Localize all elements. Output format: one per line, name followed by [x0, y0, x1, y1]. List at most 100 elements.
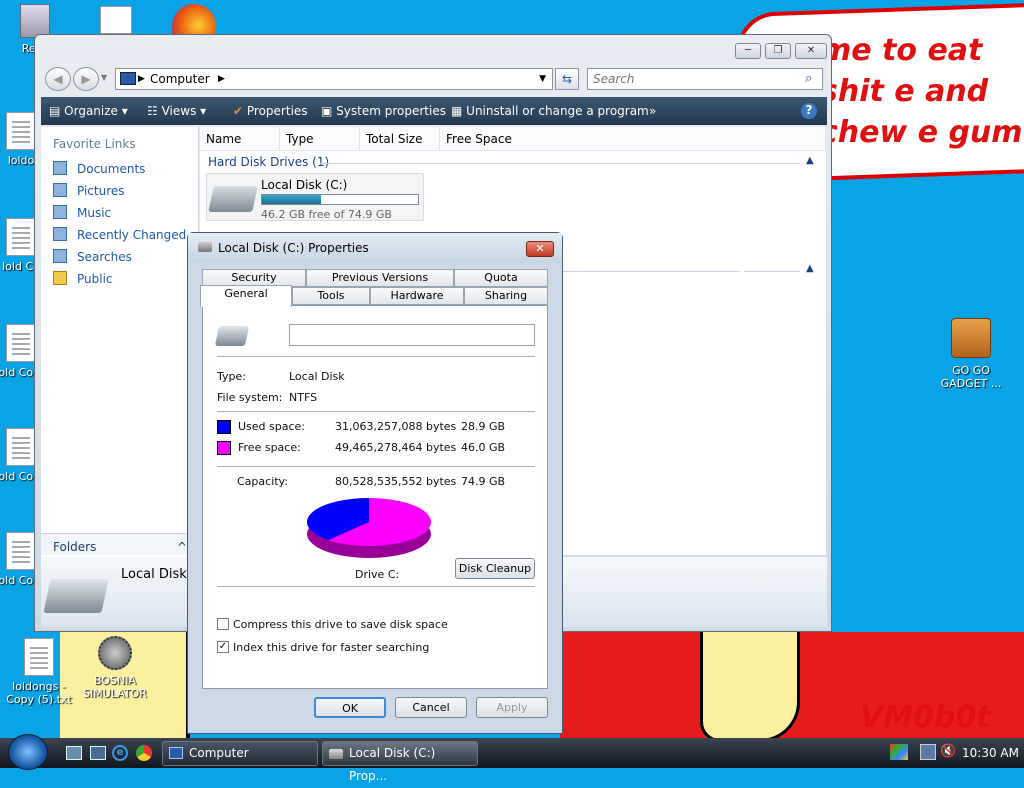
text-file-icon[interactable]: [100, 6, 132, 34]
computer-icon: [120, 72, 136, 85]
hard-drive-icon: [43, 579, 109, 613]
capacity-gb: 74.9 GB: [461, 475, 506, 488]
views-button[interactable]: ☷ Views ▾: [147, 103, 206, 121]
drive-usage-fill: [262, 195, 322, 204]
tab-hardware[interactable]: Hardware: [370, 287, 464, 305]
chevron-up-icon: ^: [176, 540, 187, 554]
free-space-label: Free space:: [238, 441, 301, 454]
column-header-name[interactable]: Name: [200, 127, 280, 151]
pictures-icon: [53, 183, 67, 197]
text-file-icon: [6, 112, 36, 150]
favorite-link-pictures[interactable]: Pictures: [53, 183, 125, 198]
breadcrumb-arrow-icon: ▶: [138, 74, 145, 84]
capacity-label: Capacity:: [237, 475, 288, 488]
drive-free-text: 46.2 GB free of 74.9 GB: [261, 208, 392, 221]
minimize-button[interactable]: ─: [735, 43, 761, 59]
breadcrumb-arrow-icon[interactable]: ▶: [218, 69, 225, 89]
switch-windows-icon[interactable]: [90, 746, 106, 760]
column-header-type[interactable]: Type: [280, 127, 360, 151]
favorite-link-searches[interactable]: Searches: [53, 249, 132, 264]
monitor-icon: ▣: [321, 104, 333, 118]
searches-icon: [53, 249, 67, 263]
favorite-link-documents[interactable]: Documents: [53, 161, 145, 176]
tab-previous-versions[interactable]: Previous Versions: [306, 269, 454, 287]
firefox-icon[interactable]: [172, 4, 216, 34]
group-header-hard-disk-drives[interactable]: Hard Disk Drives (1): [208, 155, 329, 169]
clock[interactable]: 10:30 AM: [962, 746, 1019, 760]
command-bar: ▤ Organize ▾ ☷ Views ▾ ✔ Properties ▣ Sy…: [41, 97, 827, 125]
tab-quota[interactable]: Quota: [454, 269, 548, 287]
desktop-icon-file[interactable]: loldongs - Copy (5).txt: [4, 638, 74, 706]
free-space-swatch: [217, 441, 231, 455]
address-dropdown-icon[interactable]: ▼: [539, 69, 546, 89]
start-button[interactable]: [8, 734, 48, 770]
uninstall-button[interactable]: ▦ Uninstall or change a program: [451, 103, 649, 121]
collapse-icon[interactable]: ▲: [806, 263, 814, 274]
recent-pages-icon[interactable]: ▼: [101, 73, 107, 82]
favorite-link-recently-changed[interactable]: Recently Changed: [53, 227, 186, 242]
desktop-icon-bosnia-simulator[interactable]: BOSNIA SIMULATOR: [80, 636, 150, 700]
organize-button[interactable]: ▤ Organize ▾: [49, 103, 128, 121]
drive-usage-bar: [261, 194, 419, 205]
help-icon[interactable]: ?: [801, 103, 817, 119]
search-input[interactable]: Search: [587, 68, 823, 90]
cancel-button[interactable]: Cancel: [395, 697, 467, 718]
text-file-icon: [6, 428, 36, 466]
folders-toggle[interactable]: Folders ^: [41, 533, 199, 555]
favorite-link-label: Pictures: [77, 184, 125, 198]
ok-button[interactable]: OK: [314, 697, 386, 718]
index-checkbox[interactable]: ✓: [217, 641, 229, 653]
taskbar-item-properties[interactable]: Local Disk (C:) Prop...: [322, 741, 478, 783]
collapse-icon[interactable]: ▲: [806, 155, 814, 166]
system-properties-button[interactable]: ▣ System properties: [321, 103, 446, 121]
windows-flag-icon[interactable]: [890, 744, 908, 760]
show-desktop-icon[interactable]: [66, 746, 82, 760]
drive-label-input[interactable]: [289, 324, 535, 346]
properties-button[interactable]: ✔ Properties: [233, 103, 308, 121]
more-commands-button[interactable]: »: [649, 103, 656, 121]
forward-button[interactable]: ▶: [73, 67, 99, 91]
disk-cleanup-button[interactable]: Disk Cleanup: [455, 558, 535, 579]
volume-muted-icon[interactable]: 🔇: [940, 744, 956, 760]
internet-explorer-icon[interactable]: e: [112, 745, 128, 761]
checkmark-icon: ✔: [233, 104, 244, 118]
back-button[interactable]: ◀: [45, 67, 71, 91]
tab-sharing[interactable]: Sharing: [464, 287, 548, 305]
drive-tile-c[interactable]: Local Disk (C:) 46.2 GB free of 74.9 GB: [206, 173, 424, 221]
folder-icon: [53, 271, 67, 285]
apply-button[interactable]: Apply: [476, 697, 548, 718]
dialog-titlebar: Local Disk (C:) Properties ✕: [188, 233, 562, 263]
column-header-total-size[interactable]: Total Size: [360, 127, 440, 151]
desktop-icon-label: GO GO GADGET ...: [940, 364, 1002, 390]
maximize-button[interactable]: ❐: [765, 43, 791, 59]
address-text: Computer: [150, 72, 210, 86]
type-label: Type:: [217, 370, 246, 383]
desktop-icon-gadget[interactable]: GO GO GADGET ...: [936, 318, 1006, 390]
hard-drive-icon: [208, 186, 258, 212]
tab-general[interactable]: General: [200, 285, 292, 307]
address-bar[interactable]: ▶ Computer ▶ ▼: [115, 68, 553, 90]
documents-icon: [53, 161, 67, 175]
taskbar-item-computer[interactable]: Computer: [162, 741, 318, 766]
wallpaper-signature: VM0b0t: [860, 700, 991, 735]
favorite-link-public[interactable]: Public: [53, 271, 113, 286]
tab-tools[interactable]: Tools: [292, 287, 370, 305]
organize-label: Organize: [64, 104, 118, 118]
network-icon[interactable]: [920, 744, 936, 760]
text-file-icon: [6, 324, 36, 362]
refresh-icon[interactable]: ⇆: [555, 68, 579, 90]
drive-icon: [198, 242, 212, 252]
search-icon[interactable]: ⌕: [805, 71, 812, 86]
system-properties-label: System properties: [336, 104, 446, 118]
divider: [217, 586, 535, 587]
favorite-links-title: Favorite Links: [53, 137, 136, 151]
favorite-link-music[interactable]: Music: [53, 205, 111, 220]
close-button[interactable]: ✕: [795, 43, 827, 59]
chrome-icon[interactable]: [136, 745, 152, 761]
column-header-free-space[interactable]: Free Space: [440, 127, 826, 151]
dialog-close-button[interactable]: ✕: [526, 241, 554, 257]
recently-changed-icon: [53, 227, 67, 241]
organize-icon: ▤: [49, 104, 61, 118]
compress-checkbox[interactable]: [217, 618, 229, 630]
program-icon: ▦: [451, 104, 463, 118]
